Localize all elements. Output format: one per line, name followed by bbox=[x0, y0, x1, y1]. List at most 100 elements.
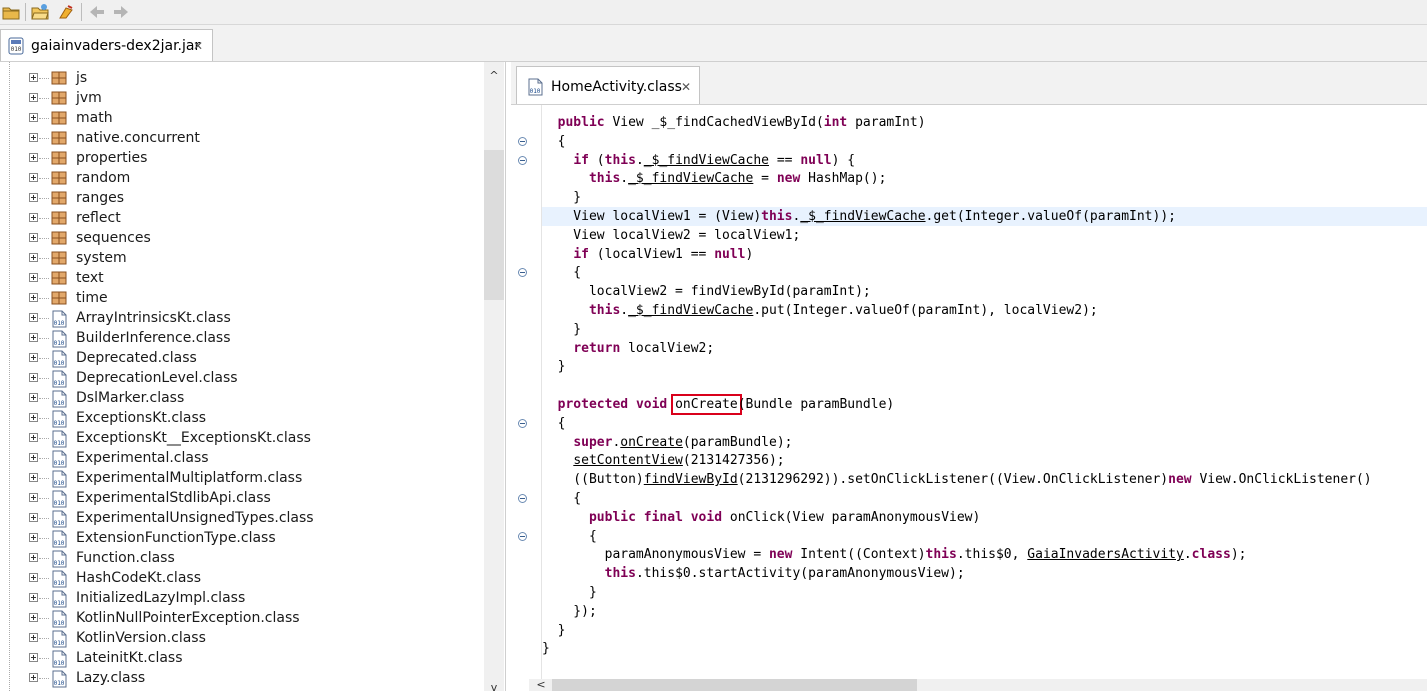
tree-item[interactable]: 010 BuilderInference.class bbox=[0, 329, 480, 349]
tree-item[interactable]: ranges bbox=[0, 189, 480, 209]
expand-icon[interactable] bbox=[29, 613, 38, 622]
expand-icon[interactable] bbox=[29, 113, 38, 122]
file-tab[interactable]: 010 gaiainvaders-dex2jar.jar ✕ bbox=[0, 29, 213, 61]
expand-icon[interactable] bbox=[29, 453, 38, 462]
expand-icon[interactable] bbox=[29, 313, 38, 322]
code-link[interactable]: onCreate bbox=[620, 435, 683, 450]
tree-item[interactable]: 010 Function.class bbox=[0, 549, 480, 569]
expand-icon[interactable] bbox=[29, 413, 38, 422]
expand-icon[interactable] bbox=[29, 353, 38, 362]
expand-icon[interactable] bbox=[29, 533, 38, 542]
tree-scroll-thumb[interactable] bbox=[484, 150, 504, 300]
expand-icon[interactable] bbox=[29, 653, 38, 662]
open-file-icon[interactable] bbox=[1, 2, 21, 22]
code-link[interactable]: setContentView bbox=[573, 453, 683, 468]
code-link[interactable]: _$_findViewCache bbox=[800, 209, 925, 224]
expand-icon[interactable] bbox=[29, 253, 38, 262]
tree-item[interactable]: 010 ExperimentalUnsignedTypes.class bbox=[0, 509, 480, 529]
code-text-area[interactable]: public View _$_findCachedViewById(int pa… bbox=[542, 105, 1427, 681]
tree-item[interactable]: 010 ExceptionsKt__ExceptionsKt.class bbox=[0, 429, 480, 449]
expand-icon[interactable] bbox=[29, 233, 38, 242]
code-link[interactable]: findViewById bbox=[644, 472, 738, 487]
fold-collapse-icon[interactable] bbox=[518, 136, 527, 146]
tree-item[interactable]: time bbox=[0, 289, 480, 309]
expand-icon[interactable] bbox=[29, 173, 38, 182]
tree-item[interactable]: math bbox=[0, 109, 480, 129]
open-folder-icon[interactable] bbox=[30, 2, 50, 22]
expand-icon[interactable] bbox=[29, 493, 38, 502]
expand-icon[interactable] bbox=[29, 293, 38, 302]
forward-arrow-icon[interactable] bbox=[111, 2, 131, 22]
fold-collapse-icon[interactable] bbox=[518, 418, 527, 428]
expand-icon[interactable] bbox=[29, 513, 38, 522]
tree-item[interactable]: 010 ExtensionFunctionType.class bbox=[0, 529, 480, 549]
run-icon[interactable] bbox=[56, 2, 76, 22]
tree-item[interactable]: js bbox=[0, 69, 480, 89]
scroll-left-icon[interactable]: < bbox=[535, 679, 547, 691]
close-icon[interactable]: ✕ bbox=[680, 81, 692, 93]
expand-icon[interactable] bbox=[29, 213, 38, 222]
tree-item[interactable]: 010 Lazy.class bbox=[0, 669, 480, 689]
tree-item[interactable]: 010 ExperimentalStdlibApi.class bbox=[0, 489, 480, 509]
tree-item[interactable]: 010 KotlinVersion.class bbox=[0, 629, 480, 649]
tree-item[interactable]: 010 KotlinNullPointerException.class bbox=[0, 609, 480, 629]
expand-icon[interactable] bbox=[29, 153, 38, 162]
code-line: if (localView1 == null) bbox=[542, 245, 1427, 264]
tree-item[interactable]: properties bbox=[0, 149, 480, 169]
tree-item[interactable]: 010 ExceptionsKt.class bbox=[0, 409, 480, 429]
expand-icon[interactable] bbox=[29, 593, 38, 602]
tree-item[interactable]: jvm bbox=[0, 89, 480, 109]
code-link[interactable]: _$_findViewCache bbox=[644, 153, 769, 168]
expand-icon[interactable] bbox=[29, 573, 38, 582]
expand-icon[interactable] bbox=[29, 273, 38, 282]
fold-collapse-icon[interactable] bbox=[518, 531, 527, 541]
code-link[interactable]: _$_findViewCache bbox=[628, 303, 753, 318]
tree-item[interactable]: 010 InitializedLazyImpl.class bbox=[0, 589, 480, 609]
tree-item[interactable]: 010 LateinitKt.class bbox=[0, 649, 480, 669]
expand-icon[interactable] bbox=[29, 373, 38, 382]
editor-scroll-thumb[interactable] bbox=[552, 679, 917, 691]
expand-icon[interactable] bbox=[29, 473, 38, 482]
expand-icon[interactable] bbox=[29, 133, 38, 142]
expand-icon[interactable] bbox=[29, 333, 38, 342]
tree-item[interactable]: system bbox=[0, 249, 480, 269]
close-icon[interactable]: ✕ bbox=[192, 40, 204, 52]
expand-icon[interactable] bbox=[29, 553, 38, 562]
editor-horizontal-scrollbar[interactable]: < bbox=[529, 679, 1427, 691]
scroll-down-icon[interactable]: v bbox=[488, 682, 500, 694]
expand-icon[interactable] bbox=[29, 633, 38, 642]
expand-icon[interactable] bbox=[29, 393, 38, 402]
expand-icon[interactable] bbox=[29, 73, 38, 82]
tree-item[interactable]: random bbox=[0, 169, 480, 189]
tree-item[interactable]: 010 HashCodeKt.class bbox=[0, 569, 480, 589]
tree-item[interactable]: 010 Deprecated.class bbox=[0, 349, 480, 369]
tree-item[interactable]: 010 Experimental.class bbox=[0, 449, 480, 469]
tree-item[interactable]: 010 ArrayIntrinsicsKt.class bbox=[0, 309, 480, 329]
code-link[interactable]: _$_findViewCache bbox=[628, 171, 753, 186]
tree-item[interactable]: text bbox=[0, 269, 480, 289]
expand-icon[interactable] bbox=[29, 93, 38, 102]
editor-tab[interactable]: 010 HomeActivity.class ✕ bbox=[516, 66, 700, 104]
tree-item[interactable]: 010 ExperimentalMultiplatform.class bbox=[0, 469, 480, 489]
code-keyword: this bbox=[761, 209, 793, 224]
code-text: } bbox=[542, 321, 582, 337]
expand-icon[interactable] bbox=[29, 193, 38, 202]
expand-icon[interactable] bbox=[29, 673, 38, 682]
tree-item[interactable]: 010 DslMarker.class bbox=[0, 389, 480, 409]
back-arrow-icon[interactable] bbox=[87, 2, 107, 22]
code-line: setContentView(2131427356); bbox=[542, 451, 1427, 470]
fold-collapse-icon[interactable] bbox=[518, 155, 527, 165]
fold-collapse-icon[interactable] bbox=[518, 268, 527, 278]
expand-icon[interactable] bbox=[29, 433, 38, 442]
tree-item[interactable]: reflect bbox=[0, 209, 480, 229]
fold-collapse-icon[interactable] bbox=[518, 494, 527, 503]
tree-item[interactable]: 010 DeprecationLevel.class bbox=[0, 369, 480, 389]
tree-item[interactable]: native.concurrent bbox=[0, 129, 480, 149]
scroll-up-icon[interactable]: ^ bbox=[488, 70, 500, 82]
tree-vertical-scrollbar[interactable]: ^ v bbox=[484, 62, 504, 694]
tree-item[interactable]: sequences bbox=[0, 229, 480, 249]
code-link[interactable]: GaiaInvadersActivity bbox=[1027, 547, 1184, 562]
